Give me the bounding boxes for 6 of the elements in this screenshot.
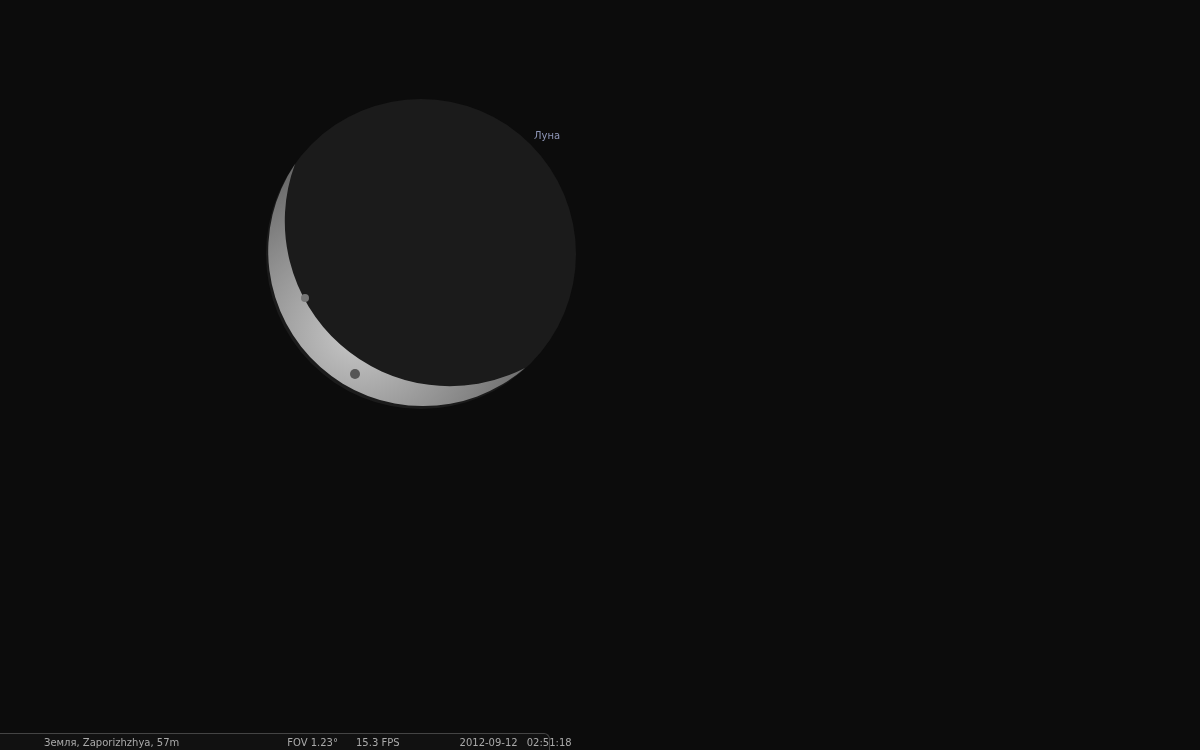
- fps-text: 15.3 FPS: [356, 736, 400, 748]
- location-text: Земля, Zaporizhzhya, 57m: [44, 736, 180, 748]
- date-text: 2012-09-12: [459, 736, 518, 748]
- time-text: 02:51:18: [526, 736, 572, 748]
- fov-text: FOV 1.23°: [287, 736, 338, 748]
- moon-label: Луна: [534, 130, 561, 141]
